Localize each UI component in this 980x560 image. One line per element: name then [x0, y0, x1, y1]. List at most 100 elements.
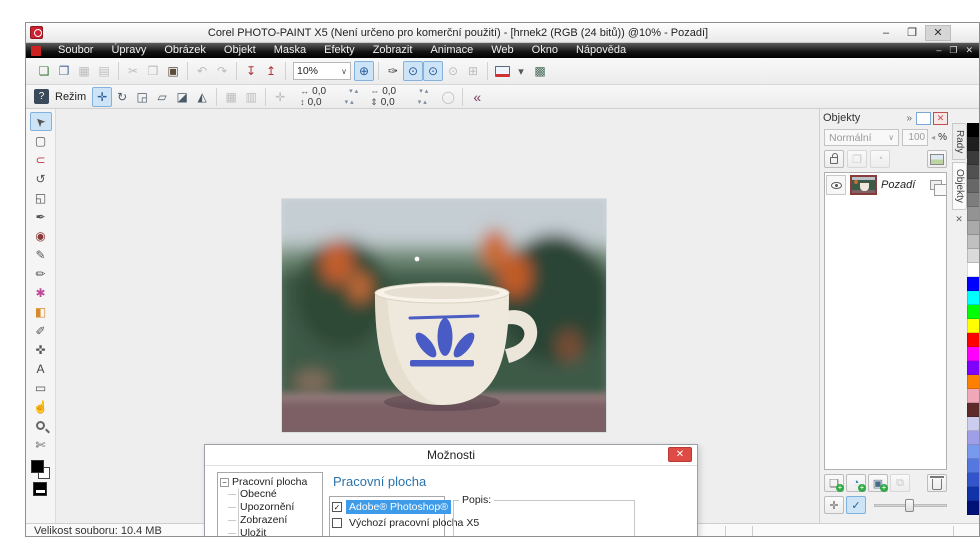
transparency-icon[interactable]: ◯	[438, 87, 458, 107]
layer-visibility-toggle[interactable]	[826, 175, 846, 195]
open-icon[interactable]: ❐	[54, 61, 74, 81]
help-icon[interactable]: ?	[34, 89, 49, 104]
image-slicing-tool[interactable]: ✄	[30, 435, 52, 454]
zoom-tool[interactable]	[30, 416, 52, 435]
combine-objects-button[interactable]: ⧉	[890, 474, 910, 492]
palette-swatch[interactable]	[967, 123, 980, 137]
rotate-mode-icon[interactable]: ↻	[112, 87, 132, 107]
tabstrip-close-icon[interactable]: ✕	[951, 214, 967, 225]
palette-swatch[interactable]	[967, 389, 980, 403]
menu-obrazek[interactable]: Obrázek	[155, 43, 215, 58]
menu-efekty[interactable]: Efekty	[315, 43, 364, 58]
rectangle-tool[interactable]: ▭	[30, 378, 52, 397]
new-object-button[interactable]: ❏+	[824, 474, 844, 492]
tree-node-warnings[interactable]: Upozornění	[220, 501, 320, 514]
fullscreen-preview-icon[interactable]: ▩	[530, 61, 550, 81]
palette-swatch[interactable]	[967, 417, 980, 431]
show-object-marquee-icon[interactable]: ⊙	[423, 61, 443, 81]
size-width-field[interactable]: 0,0	[382, 86, 416, 97]
palette-swatch[interactable]	[967, 291, 980, 305]
close-button[interactable]: ✕	[925, 25, 951, 41]
workspace-option-default[interactable]: Výchozí pracovní plocha X5	[332, 516, 442, 530]
tree-expander-icon[interactable]: −	[220, 478, 229, 487]
merge-mode-select[interactable]: Normální ∨	[824, 129, 899, 146]
docker-chevron-icon[interactable]: »	[906, 113, 912, 124]
new-document-icon[interactable]: ❏	[34, 61, 54, 81]
skew-mode-icon[interactable]: ▱	[152, 87, 172, 107]
opacity-field[interactable]: 100	[902, 129, 928, 146]
menu-okno[interactable]: Okno	[523, 43, 567, 58]
menu-animace[interactable]: Animace	[421, 43, 482, 58]
mask-transform-tool[interactable]: ↺	[30, 169, 52, 188]
clip-mask-button[interactable]: ◔	[870, 150, 890, 168]
undo-icon[interactable]: ↶	[192, 61, 212, 81]
docker-collapse-button[interactable]	[916, 112, 931, 125]
palette-swatch[interactable]	[967, 235, 980, 249]
palette-swatch[interactable]	[967, 263, 980, 277]
palette-swatch[interactable]	[967, 319, 980, 333]
apply-to-duplicate-icon[interactable]: ▥	[241, 87, 261, 107]
palette-swatch[interactable]	[967, 165, 980, 179]
palette-swatch[interactable]	[967, 487, 980, 501]
palette-swatch[interactable]	[967, 375, 980, 389]
spinner-icon[interactable]: ▾▴	[418, 98, 429, 106]
thumbnail-options-button[interactable]: ✛	[824, 496, 844, 514]
doc-close-button[interactable]: ✕	[965, 45, 973, 56]
dialog-close-button[interactable]: ✕	[668, 447, 692, 462]
anchor-point-icon[interactable]: ✛	[270, 87, 290, 107]
tree-node-save[interactable]: Uložit	[220, 527, 320, 537]
position-x-field[interactable]: 0,0	[312, 86, 346, 97]
collapse-propbar-icon[interactable]: «	[467, 87, 487, 107]
zoom-to-fit-icon[interactable]: ⊕	[354, 61, 374, 81]
tree-node-workspace[interactable]: − Pracovní plocha	[220, 476, 320, 488]
edit-object-button[interactable]	[927, 150, 947, 168]
restore-button[interactable]: ❐	[899, 25, 925, 41]
palette-swatch[interactable]	[967, 473, 980, 487]
doc-restore-button[interactable]: ❐	[949, 45, 957, 56]
menu-zobrazit[interactable]: Zobrazit	[364, 43, 422, 58]
distort-mode-icon[interactable]: ◪	[172, 87, 192, 107]
import-icon[interactable]: ↧	[241, 61, 261, 81]
palette-swatch[interactable]	[967, 277, 980, 291]
palette-swatch[interactable]	[967, 403, 980, 417]
crop-tool[interactable]: ◱	[30, 188, 52, 207]
save-icon[interactable]: ▦	[74, 61, 94, 81]
docker-close-button[interactable]: ✕	[933, 112, 948, 125]
palette-swatch[interactable]	[967, 137, 980, 151]
brush-variant-tool[interactable]: ✜	[30, 340, 52, 359]
tab-objects[interactable]: Objekty	[952, 162, 967, 210]
shape-tool[interactable]: ✐	[30, 321, 52, 340]
size-height-field[interactable]: 0,0	[381, 97, 415, 108]
doc-minimize-button[interactable]: –	[936, 45, 941, 56]
palette-swatch[interactable]	[967, 207, 980, 221]
layer-thumbnail[interactable]	[850, 175, 877, 195]
pan-tool[interactable]: ☝	[30, 397, 52, 416]
palette-swatch[interactable]	[967, 347, 980, 361]
perspective-mode-icon[interactable]: ◭	[192, 87, 212, 107]
invert-mask-icon[interactable]: ⊙	[443, 61, 463, 81]
palette-swatch[interactable]	[967, 333, 980, 347]
opacity-spinner-icon[interactable]: ◂	[931, 133, 935, 142]
paste-icon[interactable]: ▣	[163, 61, 183, 81]
palette-swatch[interactable]	[967, 179, 980, 193]
tab-hints[interactable]: Rady	[952, 123, 967, 160]
document-image[interactable]	[282, 199, 606, 432]
fill-tool[interactable]: ◧	[30, 302, 52, 321]
delete-object-button[interactable]	[927, 474, 947, 492]
text-tool[interactable]: A	[30, 359, 52, 378]
proof-settings-icon[interactable]	[492, 61, 512, 81]
clone-tool[interactable]: ✎	[30, 245, 52, 264]
new-object-from-mask-button[interactable]: ▣+	[868, 474, 888, 492]
layer-row-background[interactable]: Pozadí	[825, 173, 946, 197]
zoom-level-combo[interactable]: 10% ∨	[293, 62, 351, 80]
fill-color-swatch[interactable]	[33, 482, 47, 496]
touch-up-brush-tool[interactable]: ✏	[30, 264, 52, 283]
scale-mode-icon[interactable]: ◲	[132, 87, 152, 107]
minimize-button[interactable]: –	[873, 25, 899, 41]
menu-napoveda[interactable]: Nápověda	[567, 43, 635, 58]
rectangle-mask-tool[interactable]: ▢	[30, 131, 52, 150]
menu-upravy[interactable]: Úpravy	[102, 43, 155, 58]
image-adjustment-lab-icon[interactable]: ✑	[383, 61, 403, 81]
copy-icon[interactable]: ❒	[143, 61, 163, 81]
palette-swatch[interactable]	[967, 459, 980, 473]
